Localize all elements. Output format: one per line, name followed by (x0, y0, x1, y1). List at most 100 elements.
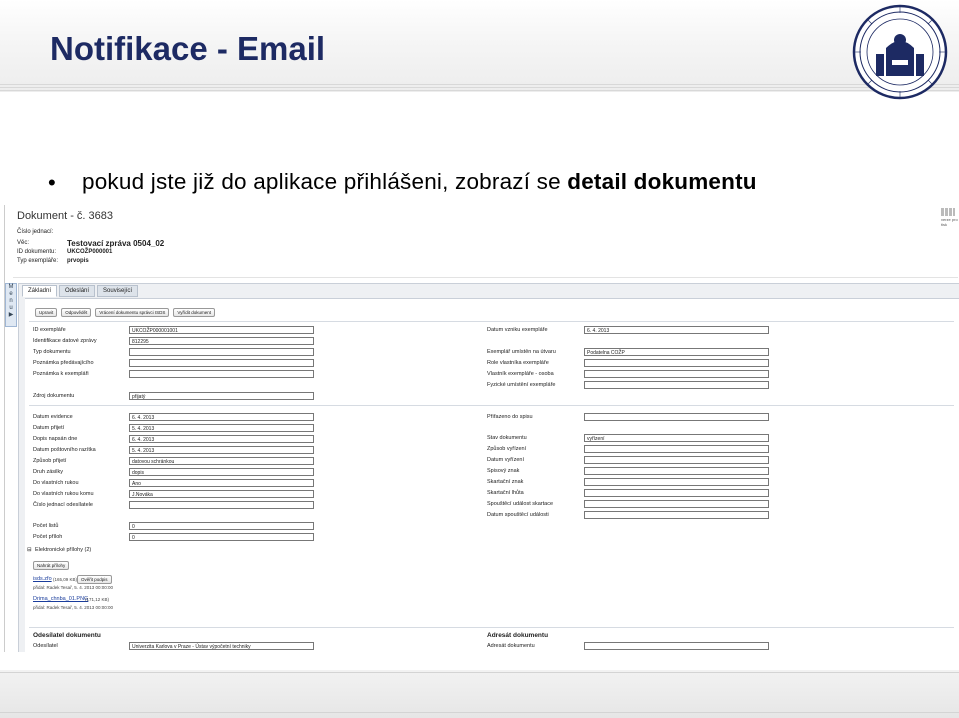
attachment-meta: přidal: Radek Tesař, 5. 4. 2013 00:00:00 (33, 605, 113, 610)
document-title: Dokument - č. 3683 (17, 210, 113, 222)
field-label: Způsob přijetí (33, 458, 67, 464)
vec-label: Věc: (17, 240, 30, 246)
cislo-jednaci-label: Číslo jednací: (17, 229, 54, 235)
field-value[interactable] (129, 359, 314, 367)
tab-souvisejici[interactable]: Související (97, 285, 139, 297)
field-value[interactable]: 0 (129, 522, 314, 530)
field-label: Typ dokumentu (33, 349, 71, 355)
field-value[interactable]: 0 (129, 533, 314, 541)
field-value[interactable] (584, 467, 769, 475)
vec-value: Testovací zpráva 0504_02 (67, 239, 165, 248)
field-value[interactable]: vyřízení (584, 434, 769, 442)
verify-signature-button[interactable]: Ověřit podpis (77, 575, 112, 584)
field-label: Přiřazeno do spisu (487, 414, 533, 420)
sender-value[interactable]: Univerzita Karlova v Praze - Ústav výpoč… (129, 642, 314, 650)
field-value[interactable]: datovou schránkou (129, 457, 314, 465)
field-value[interactable] (584, 489, 769, 497)
id-dokumentu-value: UKCOŽP000001 (67, 249, 113, 255)
field-value[interactable]: 6. 4. 2013 (584, 326, 769, 334)
field-value[interactable]: Ano (129, 479, 314, 487)
field-label: Stav dokumentu (487, 435, 527, 441)
field-label: Skartační znak (487, 479, 524, 485)
field-value[interactable] (584, 370, 769, 378)
section-divider (29, 321, 954, 322)
return-to-isds-button[interactable]: Vrácení dokumentu správci ISDS (95, 308, 170, 317)
tab-bar: Základní Odeslání Související (22, 285, 139, 297)
section-divider (29, 627, 954, 628)
recipient-value[interactable] (584, 642, 769, 650)
field-value[interactable] (584, 456, 769, 464)
bullet-text: pokud jste již do aplikace přihlášeni, z… (82, 169, 757, 195)
field-value[interactable] (584, 445, 769, 453)
field-label: Datum vzniku exempláře (487, 327, 548, 333)
menu-letter: u (9, 305, 13, 311)
reply-button[interactable]: Odpovědět (61, 308, 92, 317)
field-label: ID exempláře (33, 327, 66, 333)
field-value[interactable] (584, 359, 769, 367)
field-value[interactable]: UKCOŽP000001001 (129, 326, 314, 334)
menu-letter: n (9, 298, 13, 304)
field-label: Datum poštovního razítka (33, 447, 96, 453)
field-label: Počet příloh (33, 534, 63, 540)
resolve-document-button[interactable]: Vyřídit dokument (173, 308, 216, 317)
field-value[interactable]: J.Nováka (129, 490, 314, 498)
field-value[interactable]: dopis (129, 468, 314, 476)
field-label: Datum přijetí (33, 425, 65, 431)
tab-zakladni[interactable]: Základní (22, 285, 58, 297)
menu-letter: M (8, 284, 14, 290)
attachments-header: Elektronické přílohy (2) (35, 547, 92, 553)
field-value[interactable] (129, 370, 314, 378)
print-version-link[interactable]: verze pro tisk (941, 217, 959, 227)
attachment-size: (165,09 KB) (53, 577, 78, 582)
field-label: Adresát dokumentu (487, 643, 535, 649)
field-value[interactable] (584, 500, 769, 508)
field-value[interactable] (584, 478, 769, 486)
tab-odeslani[interactable]: Odeslání (59, 285, 96, 297)
field-value[interactable] (584, 381, 769, 389)
field-label: Druh zásilky (33, 469, 63, 475)
field-label: Identifikace datové zprávy (33, 338, 97, 344)
field-value[interactable] (584, 511, 769, 519)
recipient-section-header: Adresát dokumentu (487, 632, 549, 639)
field-value[interactable] (584, 413, 769, 421)
app-screenshot: Dokument - č. 3683 verze pro tisk Číslo … (4, 205, 959, 652)
field-value[interactable]: 812295 (129, 337, 314, 345)
menu-arrow-icon: ▶ (8, 312, 14, 318)
field-value[interactable]: 5. 4. 2013 (129, 424, 314, 432)
menu-letter: e (9, 291, 13, 297)
attachment-size: (171,12 KB) (85, 597, 110, 602)
bullet-text-plain: pokud jste již do aplikace přihlášeni, z… (82, 169, 568, 194)
field-label: Dopis napsán dne (33, 436, 78, 442)
university-seal-logo (852, 4, 948, 100)
bullet-text-bold: detail dokumentu (567, 169, 757, 194)
field-value[interactable]: přijatý (129, 392, 314, 400)
attachment-link[interactable]: Drima_chnba_01.PNG (33, 596, 88, 602)
field-label: Počet listů (33, 523, 59, 529)
field-label: Číslo jednací odesílatele (33, 502, 93, 508)
upload-attachments-button[interactable]: Nahrát přílohy (33, 561, 70, 570)
field-label: Datum evidence (33, 414, 73, 420)
field-label: Do vlastních rukou (33, 480, 79, 486)
bullet-icon: • (48, 170, 56, 195)
field-value[interactable]: 5. 4. 2013 (129, 446, 314, 454)
field-label: Fyzické umístění exempláře (487, 382, 556, 388)
menu-toggle-tab[interactable]: M e n u ▶ (5, 283, 17, 327)
field-label: Odesílatel (33, 643, 58, 649)
header-divider (13, 277, 958, 278)
edit-button[interactable]: Upravit (35, 308, 58, 317)
print-icon[interactable] (941, 208, 955, 216)
section-divider (29, 405, 954, 406)
field-value[interactable]: Podatelna COŽP (584, 348, 769, 356)
typ-exemplare-value: prvopis (67, 258, 89, 264)
typ-exemplare-label: Typ exempláře: (17, 258, 59, 264)
collapse-toggle-icon[interactable]: ⊟ (27, 547, 32, 553)
action-buttons: Upravit Odpovědět Vrácení dokumentu sprá… (35, 308, 216, 317)
attachment-meta: přidal: Radek Tesař, 5. 4. 2013 00:00:00 (33, 585, 113, 590)
field-value[interactable] (129, 501, 314, 509)
field-value[interactable] (129, 348, 314, 356)
attachment-link[interactable]: isds.zfo (33, 576, 52, 582)
field-value[interactable]: 6. 4. 2013 (129, 435, 314, 443)
field-label: Zdroj dokumentu (33, 393, 75, 399)
field-label: Poznámka předávajícího (33, 360, 94, 366)
field-value[interactable]: 6. 4. 2013 (129, 413, 314, 421)
